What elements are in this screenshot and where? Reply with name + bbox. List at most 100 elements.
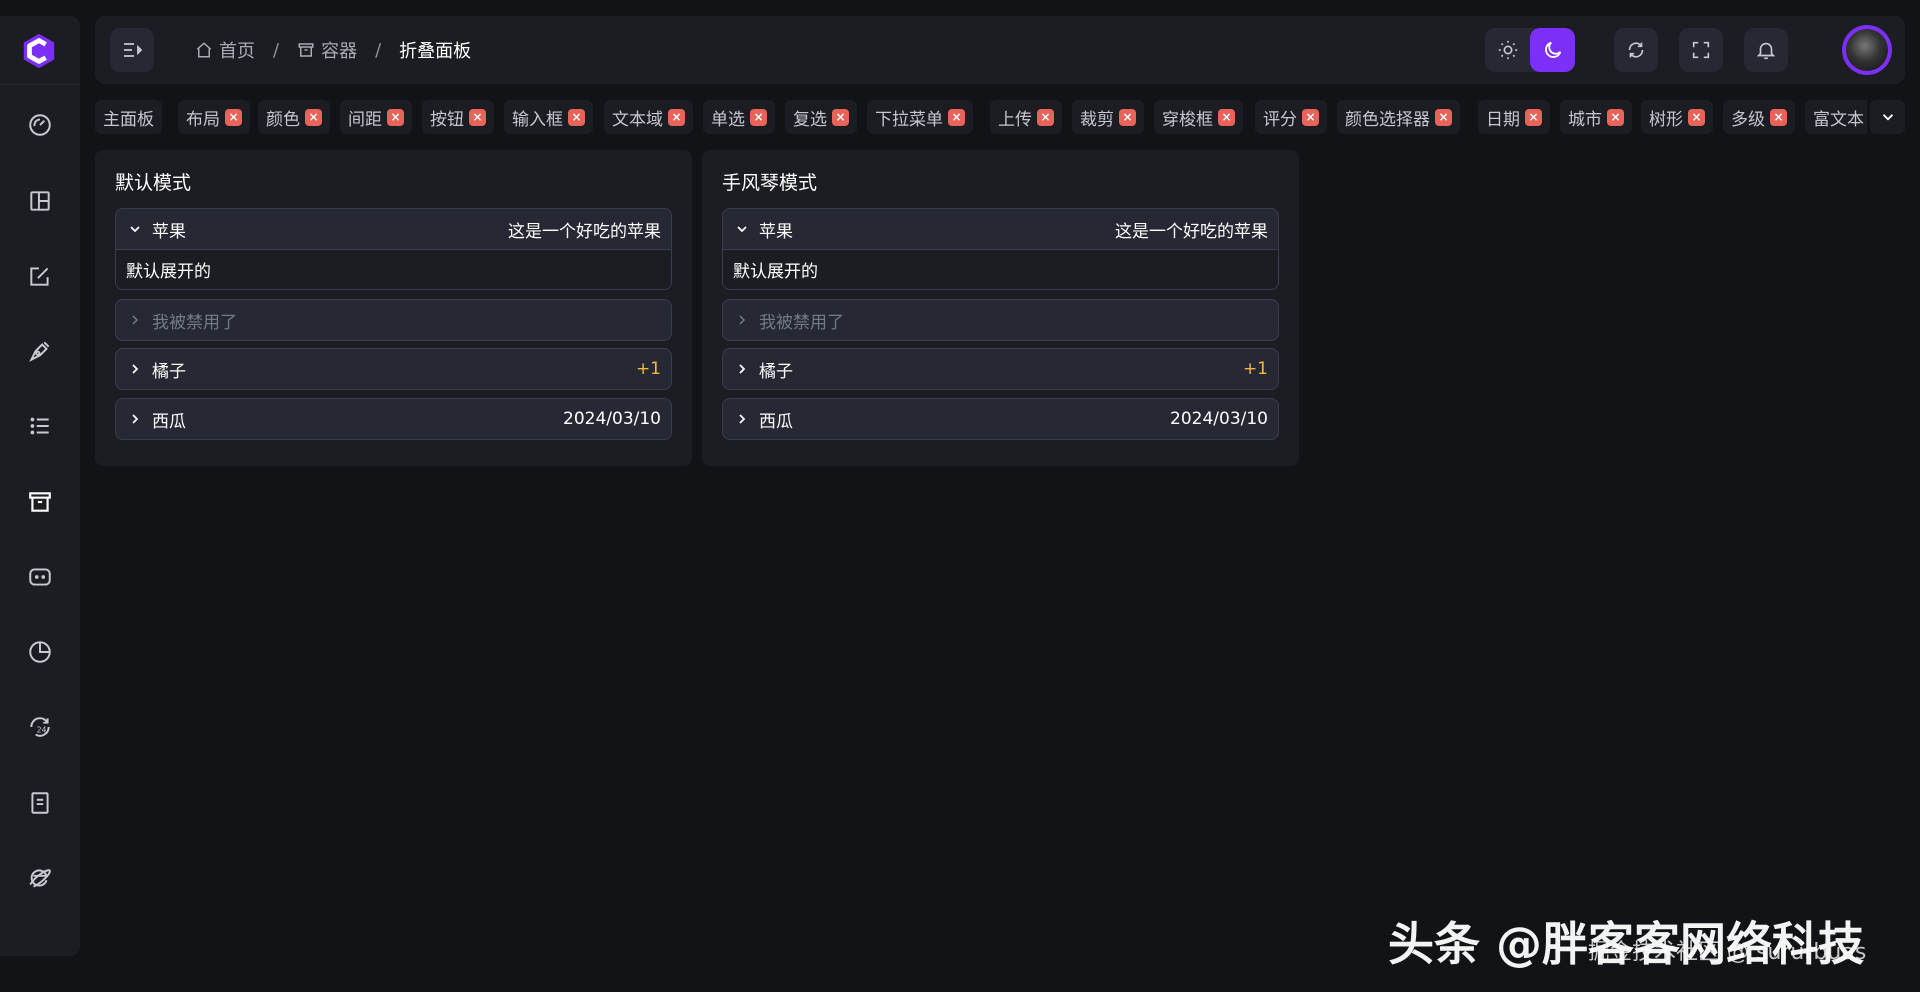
- sidebar: 24: [0, 16, 80, 956]
- close-icon[interactable]: ×: [1302, 108, 1319, 126]
- sidebar-item-edit[interactable]: [20, 256, 60, 296]
- collapse-panel-header[interactable]: 苹果 这是一个好吃的苹果: [723, 209, 1278, 249]
- collapse-panel-header[interactable]: 橘子 +1: [116, 349, 671, 389]
- collapse-panel-header: 我被禁用了: [723, 300, 1278, 340]
- tab-dashboard[interactable]: 主面板: [95, 100, 162, 134]
- dark-theme-button[interactable]: [1530, 28, 1575, 72]
- tab-upload[interactable]: 上传 ×: [990, 100, 1062, 134]
- sidebar-item-history[interactable]: 24: [20, 707, 60, 747]
- light-theme-button[interactable]: [1485, 28, 1530, 72]
- tab-rate[interactable]: 评分 ×: [1255, 100, 1327, 134]
- close-icon[interactable]: ×: [668, 108, 685, 126]
- sidebar-item-list[interactable]: [20, 406, 60, 446]
- tab-label: 布局: [186, 109, 220, 130]
- close-icon[interactable]: ×: [305, 108, 322, 126]
- tab-date[interactable]: 日期 ×: [1478, 100, 1550, 134]
- tab-tree[interactable]: 树形 ×: [1641, 100, 1713, 134]
- sidebar-item-pen[interactable]: [20, 331, 60, 371]
- sidebar-item-container[interactable]: [20, 482, 60, 522]
- refresh-button[interactable]: [1614, 28, 1658, 72]
- tab-radio[interactable]: 单选 ×: [703, 100, 775, 134]
- tab-checkbox[interactable]: 复选 ×: [785, 100, 857, 134]
- edit-icon: [30, 267, 49, 286]
- tabs-bar: 主面板 布局 × 颜色 × 间距 × 按钮 × 输入框 × 文本域 × 单选 × 复选 × 下拉…: [95, 100, 1905, 136]
- collapse-panel-header[interactable]: 西瓜 2024/03/10: [723, 399, 1278, 439]
- chevron-right-icon: [733, 361, 751, 377]
- breadcrumb: 首页 / 容器 / 折叠面板: [195, 38, 471, 62]
- tab-label: 复选: [793, 109, 827, 130]
- sidebar-item-chart[interactable]: [20, 632, 60, 672]
- collapse-panel-apple: 苹果 这是一个好吃的苹果 默认展开的: [115, 208, 672, 290]
- tab-layout[interactable]: 布局 ×: [178, 100, 250, 134]
- tab-cascader[interactable]: 多级 ×: [1723, 100, 1795, 134]
- tab-label: 颜色: [266, 109, 300, 130]
- close-icon[interactable]: ×: [568, 108, 585, 126]
- breadcrumb-container[interactable]: 容器: [297, 37, 357, 63]
- close-icon[interactable]: ×: [1607, 108, 1624, 126]
- close-icon[interactable]: ×: [1770, 108, 1787, 126]
- sidebar-item-dashboard[interactable]: [20, 105, 60, 145]
- notifications-button[interactable]: [1744, 28, 1788, 72]
- user-avatar[interactable]: [1842, 25, 1892, 75]
- panel-title: 我被禁用了: [759, 312, 844, 333]
- fullscreen-icon: [1692, 41, 1710, 59]
- sidebar-divider: [0, 84, 80, 85]
- breadcrumb-label: 容器: [321, 41, 358, 62]
- tab-color-picker[interactable]: 颜色选择器 ×: [1337, 100, 1460, 134]
- close-icon[interactable]: ×: [1525, 108, 1542, 126]
- tab-crop[interactable]: 裁剪 ×: [1072, 100, 1144, 134]
- tabs-more-button[interactable]: [1870, 100, 1905, 134]
- dashboard-icon: [29, 114, 51, 136]
- collapse-panel-orange: 橘子 +1: [115, 348, 672, 390]
- collapse-panel-header[interactable]: 西瓜 2024/03/10: [116, 399, 671, 439]
- chevron-right-icon: [126, 361, 144, 377]
- theme-toggle: [1485, 28, 1575, 72]
- close-icon[interactable]: ×: [1037, 108, 1054, 126]
- tab-label: 上传: [998, 109, 1032, 130]
- breadcrumb-label: 首页: [219, 41, 255, 62]
- tab-dropdown[interactable]: 下拉菜单 ×: [867, 100, 973, 134]
- close-icon[interactable]: ×: [948, 108, 965, 126]
- close-icon[interactable]: ×: [832, 108, 849, 126]
- tab-rich-text[interactable]: 富文本: [1805, 100, 1867, 134]
- tab-color[interactable]: 颜色 ×: [258, 100, 330, 134]
- collapse-panel-header[interactable]: 橘子 +1: [723, 349, 1278, 389]
- tab-button[interactable]: 按钮 ×: [422, 100, 494, 134]
- close-icon[interactable]: ×: [1435, 108, 1452, 126]
- tab-textarea[interactable]: 文本域 ×: [604, 100, 693, 134]
- layout-icon: [30, 191, 50, 211]
- refresh-icon: [1628, 42, 1644, 58]
- close-icon[interactable]: ×: [1688, 108, 1705, 126]
- breadcrumb-separator: /: [375, 39, 382, 61]
- sidebar-item-document[interactable]: [20, 783, 60, 823]
- card-title: 手风琴模式: [722, 172, 818, 194]
- robot-icon: [29, 568, 51, 586]
- sidebar-item-browser[interactable]: [20, 858, 60, 898]
- tab-input[interactable]: 输入框 ×: [504, 100, 593, 134]
- document-icon: [31, 792, 49, 814]
- tab-transfer[interactable]: 穿梭框 ×: [1154, 100, 1243, 134]
- panel-extra: 这是一个好吃的苹果: [508, 221, 661, 242]
- collapse-panel-header[interactable]: 苹果 这是一个好吃的苹果: [116, 209, 671, 249]
- tab-label: 单选: [711, 109, 745, 130]
- tab-label: 多级: [1731, 109, 1765, 130]
- fullscreen-button[interactable]: [1679, 28, 1723, 72]
- tab-city[interactable]: 城市 ×: [1560, 100, 1632, 134]
- sidebar-item-layout[interactable]: [20, 181, 60, 221]
- close-icon[interactable]: ×: [1218, 108, 1235, 126]
- app-logo[interactable]: [20, 32, 58, 70]
- top-header: 首页 / 容器 / 折叠面板: [95, 16, 1905, 84]
- tab-label: 穿梭框: [1162, 109, 1213, 130]
- tab-label: 输入框: [512, 109, 563, 130]
- close-icon[interactable]: ×: [225, 108, 242, 126]
- tab-label: 富文本: [1813, 109, 1864, 130]
- close-icon[interactable]: ×: [387, 108, 404, 126]
- history-24-icon: 24: [30, 717, 50, 737]
- breadcrumb-home[interactable]: 首页: [195, 37, 255, 63]
- sidebar-item-robot[interactable]: [20, 557, 60, 597]
- close-icon[interactable]: ×: [1119, 108, 1136, 126]
- sidebar-collapse-button[interactable]: [110, 28, 154, 72]
- tab-spacing[interactable]: 间距 ×: [340, 100, 412, 134]
- close-icon[interactable]: ×: [469, 108, 486, 126]
- close-icon[interactable]: ×: [750, 108, 767, 126]
